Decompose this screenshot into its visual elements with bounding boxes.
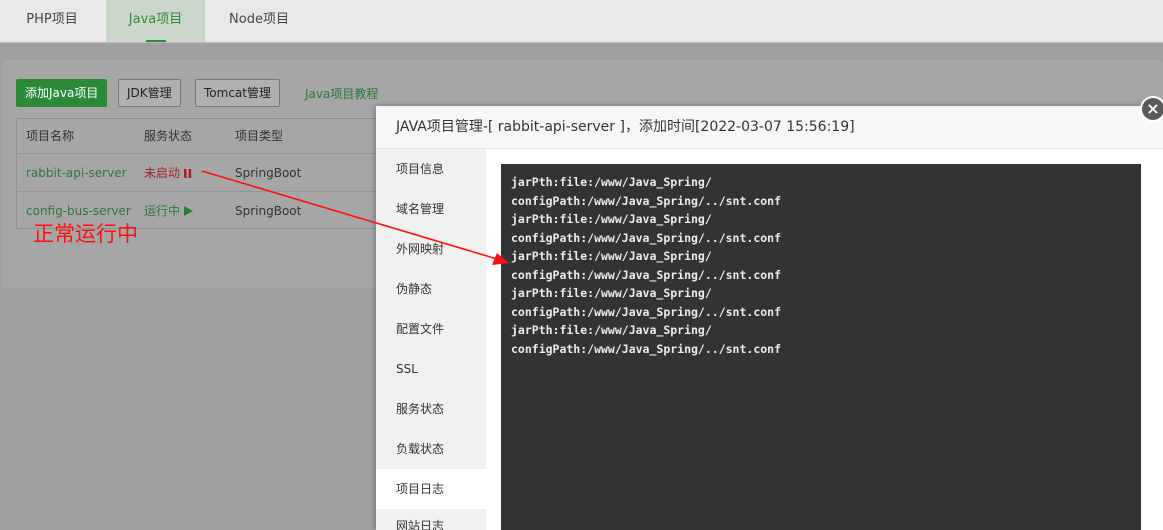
annotation-arrow-icon [201, 170, 509, 265]
